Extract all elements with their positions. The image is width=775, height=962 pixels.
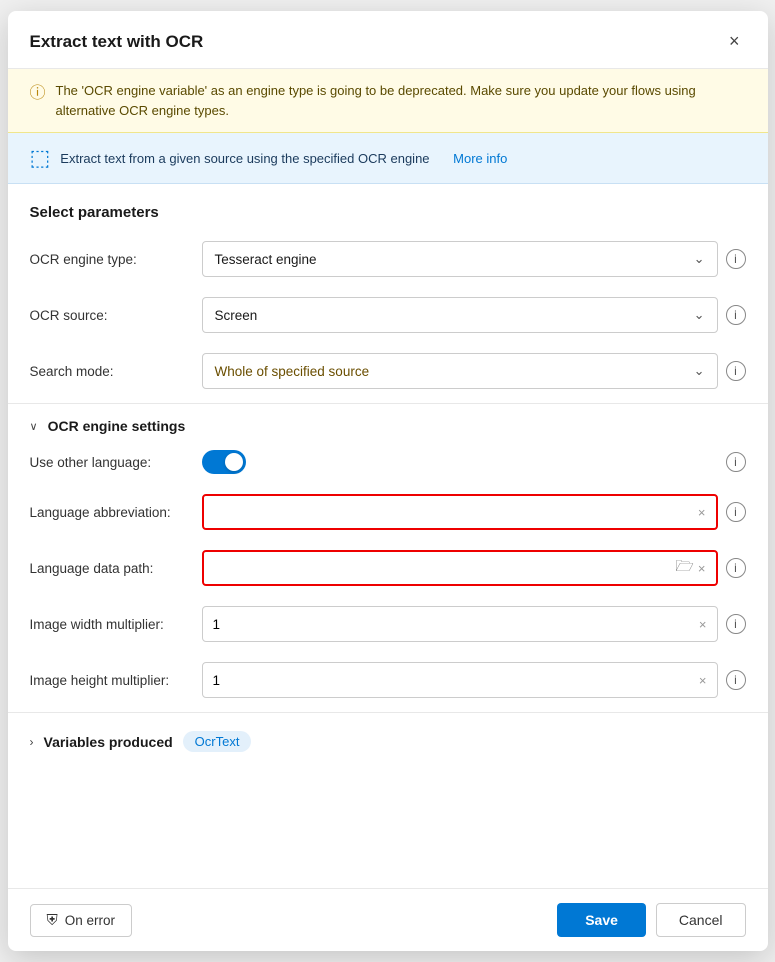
search-mode-select[interactable]: Whole of specified source ⌄ bbox=[202, 353, 718, 389]
language-data-path-input-box[interactable]: 🗁 × bbox=[202, 550, 718, 586]
chevron-down-icon: ⌄ bbox=[694, 251, 705, 267]
warning-icon: ⓘ bbox=[30, 82, 46, 106]
ocr-engine-settings-label: OCR engine settings bbox=[48, 418, 186, 434]
ocr-engine-type-select[interactable]: Tesseract engine ⌄ bbox=[202, 241, 718, 277]
dialog-header: Extract text with OCR × bbox=[8, 11, 768, 69]
variables-produced-row: › Variables produced OcrText bbox=[8, 717, 768, 760]
language-abbreviation-row: Language abbreviation: × i bbox=[8, 484, 768, 540]
image-height-multiplier-input-box[interactable]: × bbox=[202, 662, 718, 698]
clear-icon[interactable]: × bbox=[698, 505, 706, 520]
language-abbreviation-input[interactable] bbox=[214, 505, 698, 520]
search-mode-row: Search mode: Whole of specified source ⌄… bbox=[8, 343, 768, 399]
search-mode-control: Whole of specified source ⌄ i bbox=[202, 353, 746, 389]
language-abbreviation-label: Language abbreviation: bbox=[30, 505, 190, 520]
extract-text-dialog: Extract text with OCR × ⓘ The 'OCR engin… bbox=[8, 11, 768, 951]
image-height-multiplier-control: × i bbox=[202, 662, 746, 698]
language-data-path-control: 🗁 × i bbox=[202, 550, 746, 586]
image-height-multiplier-label: Image height multiplier: bbox=[30, 673, 190, 688]
language-abbreviation-info-icon[interactable]: i bbox=[726, 502, 746, 522]
divider-2 bbox=[8, 712, 768, 713]
language-abbreviation-control: × i bbox=[202, 494, 746, 530]
clear-icon[interactable]: × bbox=[698, 561, 706, 576]
divider bbox=[8, 403, 768, 404]
ocr-source-label: OCR source: bbox=[30, 308, 190, 323]
ocr-source-select[interactable]: Screen ⌄ bbox=[202, 297, 718, 333]
collapse-chevron-icon: ∨ bbox=[30, 420, 38, 433]
image-width-multiplier-label: Image width multiplier: bbox=[30, 617, 190, 632]
search-mode-label: Search mode: bbox=[30, 364, 190, 379]
image-width-multiplier-row: Image width multiplier: × i bbox=[8, 596, 768, 652]
use-other-language-toggle[interactable] bbox=[202, 450, 246, 474]
warning-banner: ⓘ The 'OCR engine variable' as an engine… bbox=[8, 69, 768, 133]
clear-icon[interactable]: × bbox=[699, 673, 707, 688]
close-button[interactable]: × bbox=[723, 29, 746, 54]
shield-icon: ⛨ bbox=[47, 912, 58, 929]
dialog-footer: ⛨ On error Save Cancel bbox=[8, 888, 768, 951]
image-width-multiplier-control: × i bbox=[202, 606, 746, 642]
ocr-engine-settings-section[interactable]: ∨ OCR engine settings bbox=[8, 408, 768, 440]
image-width-multiplier-input-box[interactable]: × bbox=[202, 606, 718, 642]
info-banner: ⬚ Extract text from a given source using… bbox=[8, 133, 768, 184]
folder-icon[interactable]: 🗁 bbox=[675, 556, 694, 581]
search-mode-value: Whole of specified source bbox=[215, 364, 370, 379]
ocr-engine-type-control: Tesseract engine ⌄ i bbox=[202, 241, 746, 277]
image-width-multiplier-info-icon[interactable]: i bbox=[726, 614, 746, 634]
variables-chevron-icon: › bbox=[30, 735, 34, 749]
info-banner-text: Extract text from a given source using t… bbox=[60, 151, 429, 166]
warning-text: The 'OCR engine variable' as an engine t… bbox=[56, 81, 746, 120]
variables-produced-label: Variables produced bbox=[44, 734, 173, 750]
ocr-engine-type-label: OCR engine type: bbox=[30, 252, 190, 267]
ocr-source-value: Screen bbox=[215, 308, 258, 323]
cancel-button[interactable]: Cancel bbox=[656, 903, 746, 937]
ocr-source-control: Screen ⌄ i bbox=[202, 297, 746, 333]
ocr-engine-type-info-icon[interactable]: i bbox=[726, 249, 746, 269]
save-button[interactable]: Save bbox=[557, 903, 646, 937]
language-data-path-input[interactable] bbox=[214, 561, 676, 576]
ocr-icon: ⬚ bbox=[30, 145, 51, 171]
use-other-language-control: i bbox=[202, 450, 746, 474]
language-data-path-label: Language data path: bbox=[30, 561, 190, 576]
image-width-multiplier-input[interactable] bbox=[213, 617, 699, 632]
use-other-language-row: Use other language: i bbox=[8, 440, 768, 484]
language-abbreviation-input-box[interactable]: × bbox=[202, 494, 718, 530]
language-data-path-info-icon[interactable]: i bbox=[726, 558, 746, 578]
ocr-source-row: OCR source: Screen ⌄ i bbox=[8, 287, 768, 343]
image-height-multiplier-row: Image height multiplier: × i bbox=[8, 652, 768, 708]
footer-right-actions: Save Cancel bbox=[557, 903, 745, 937]
clear-icon[interactable]: × bbox=[699, 617, 707, 632]
ocr-text-badge: OcrText bbox=[183, 731, 252, 752]
on-error-button[interactable]: ⛨ On error bbox=[30, 904, 133, 937]
use-other-language-info-icon[interactable]: i bbox=[726, 452, 746, 472]
toggle-knob bbox=[225, 453, 243, 471]
chevron-down-icon: ⌄ bbox=[694, 363, 705, 379]
image-height-multiplier-input[interactable] bbox=[213, 673, 699, 688]
language-data-path-row: Language data path: 🗁 × i bbox=[8, 540, 768, 596]
on-error-label: On error bbox=[65, 913, 115, 928]
dialog-title: Extract text with OCR bbox=[30, 32, 204, 52]
search-mode-info-icon[interactable]: i bbox=[726, 361, 746, 381]
ocr-engine-type-value: Tesseract engine bbox=[215, 252, 317, 267]
use-other-language-label: Use other language: bbox=[30, 455, 190, 470]
chevron-down-icon: ⌄ bbox=[694, 307, 705, 323]
select-parameters-heading: Select parameters bbox=[8, 184, 768, 231]
more-info-link[interactable]: More info bbox=[453, 151, 507, 166]
ocr-engine-type-row: OCR engine type: Tesseract engine ⌄ i bbox=[8, 231, 768, 287]
ocr-source-info-icon[interactable]: i bbox=[726, 305, 746, 325]
image-height-multiplier-info-icon[interactable]: i bbox=[726, 670, 746, 690]
